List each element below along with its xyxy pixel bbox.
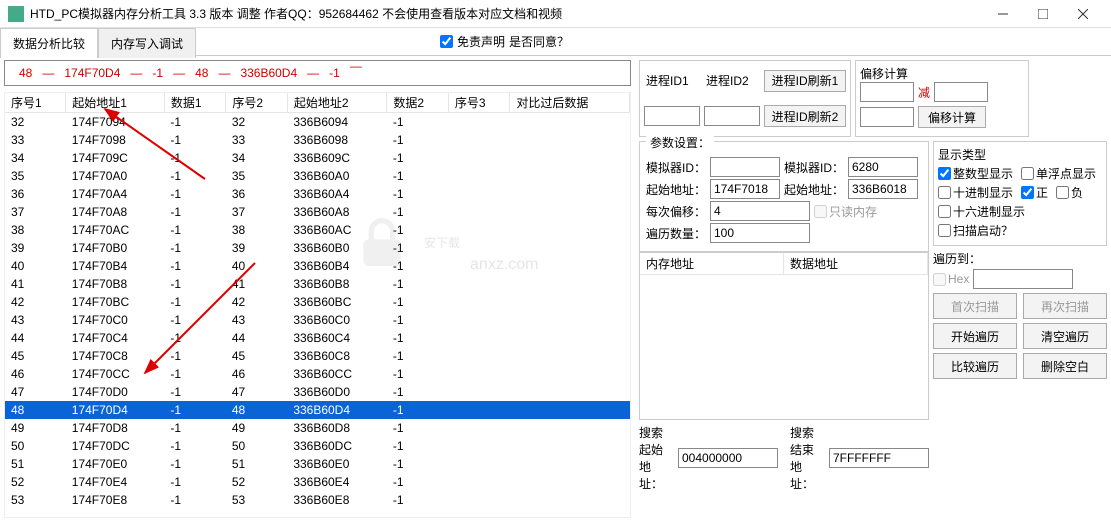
readonly-checkbox[interactable]: 只读内存 [814,203,877,220]
pid2-label: 进程ID2 [704,72,760,89]
table-row[interactable]: 34174F709C-134336B609C-1 [5,149,630,167]
offset-minus-label: 减 [918,84,930,101]
table-row[interactable]: 48174F70D4-148336B60D4-1 [5,401,630,419]
hex16-checkbox[interactable]: 十六进制显示 [938,203,1025,220]
start2-input[interactable] [848,179,918,199]
float-checkbox[interactable]: 单浮点显示 [1021,165,1096,182]
table-row[interactable]: 47174F70D0-147336B60D0-1 [5,383,630,401]
offset-legend: 偏移计算 [860,65,1024,82]
dec-checkbox[interactable]: 十进制显示 [938,184,1013,201]
clear-traverse-button[interactable]: 清空遍历 [1023,323,1107,349]
table-row[interactable]: 46174F70CC-146336B60CC-1 [5,365,630,383]
memlist-col2: 数据地址 [784,253,928,274]
pid2-input[interactable] [704,106,760,126]
pid1-label: 进程ID1 [644,72,700,89]
table-row[interactable]: 33174F7098-133336B6098-1 [5,131,630,149]
pid1-input[interactable] [644,106,700,126]
first-scan-button[interactable]: 首次扫描 [933,293,1017,319]
traverse-to-input[interactable] [973,269,1073,289]
memory-list[interactable]: 内存地址 数据地址 [639,252,929,420]
table-row[interactable]: 38174F70AC-138336B60AC-1 [5,221,630,239]
pid-refresh2-button[interactable]: 进程ID刷新2 [764,105,846,127]
search-end-label: 搜索结束地址： [790,424,825,492]
pid-refresh1-button[interactable]: 进程ID刷新1 [764,70,846,92]
neg-checkbox[interactable]: 负 [1056,184,1083,201]
offset-b-input[interactable] [934,82,988,102]
table-row[interactable]: 41174F70B8-141336B60B8-1 [5,275,630,293]
col-data1[interactable]: 数据1 [164,93,225,113]
table-row[interactable]: 39174F70B0-139336B60B0-1 [5,239,630,257]
memlist-col1: 内存地址 [640,253,784,274]
del-blank-button[interactable]: 删除空白 [1023,353,1107,379]
disp-legend: 显示类型 [938,146,1102,163]
col-seq2[interactable]: 序号2 [226,93,287,113]
col-seq3[interactable]: 序号3 [448,93,509,113]
table-row[interactable]: 49174F70D8-149336B60D8-1 [5,419,630,437]
offset-result-input[interactable] [860,107,914,127]
search-start-label: 搜索起始地址： [639,424,674,492]
app-icon [8,6,24,22]
table-row[interactable]: 50174F70DC-150336B60DC-1 [5,437,630,455]
table-row[interactable]: 40174F70B4-140336B60B4-1 [5,257,630,275]
table-row[interactable]: 36174F70A4-136336B60A4-1 [5,185,630,203]
simid1-input[interactable] [710,157,780,177]
table-row[interactable]: 42174F70BC-142336B60BC-1 [5,293,630,311]
data-table[interactable]: 序号1 起始地址1 数据1 序号2 起始地址2 数据2 序号3 对比过后数据 3… [4,92,631,518]
col-cmp[interactable]: 对比过后数据 [510,93,630,113]
offset-calc-button[interactable]: 偏移计算 [918,106,986,128]
start-traverse-button[interactable]: 开始遍历 [933,323,1017,349]
tab-mem-write[interactable]: 内存写入调试 [98,28,196,58]
disclaimer-checkbox[interactable]: 免责声明 [440,33,505,50]
int-checkbox[interactable]: 整数型显示 [938,165,1013,182]
cmp-traverse-button[interactable]: 比较遍历 [933,353,1017,379]
params-legend: 参数设置： [646,134,714,151]
col-data2[interactable]: 数据2 [387,93,448,113]
count-input[interactable] [710,223,810,243]
pos-checkbox[interactable]: 正 [1021,184,1048,201]
table-row[interactable]: 37174F70A8-137336B60A8-1 [5,203,630,221]
search-end-input[interactable] [829,448,929,468]
col-seq1[interactable]: 序号1 [5,93,66,113]
offset-input[interactable] [710,201,810,221]
maximize-button[interactable] [1023,2,1063,26]
selected-row-summary: 48—174F70D4—-1—48—336B60D4—-1— [4,60,631,86]
simid2-input[interactable] [848,157,918,177]
table-row[interactable]: 53174F70E8-153336B60E8-1 [5,491,630,509]
hex-checkbox[interactable]: Hex [933,272,969,286]
close-button[interactable] [1063,2,1103,26]
table-row[interactable]: 32174F7094-132336B6094-1 [5,113,630,131]
col-addr2[interactable]: 起始地址2 [287,93,387,113]
table-row[interactable]: 45174F70C8-145336B60C8-1 [5,347,630,365]
table-row[interactable]: 52174F70E4-152336B60E4-1 [5,473,630,491]
search-start-input[interactable] [678,448,778,468]
offset-a-input[interactable] [860,82,914,102]
table-row[interactable]: 35174F70A0-135336B60A0-1 [5,167,630,185]
window-title: HTD_PC模拟器内存分析工具 3.3 版本 调整 作者QQ：952684462… [30,5,983,22]
traverse-to-label: 遍历到： [933,250,1107,267]
start1-input[interactable] [710,179,780,199]
scan-checkbox[interactable]: 扫描启动？ [938,222,1013,239]
table-row[interactable]: 44174F70C4-144336B60C4-1 [5,329,630,347]
disclaimer-question: 是否同意？ [509,33,569,50]
col-addr1[interactable]: 起始地址1 [66,93,165,113]
table-row[interactable]: 51174F70E0-151336B60E0-1 [5,455,630,473]
tab-data-compare[interactable]: 数据分析比较 [0,28,98,58]
table-row[interactable]: 43174F70C0-143336B60C0-1 [5,311,630,329]
minimize-button[interactable] [983,2,1023,26]
again-scan-button[interactable]: 再次扫描 [1023,293,1107,319]
